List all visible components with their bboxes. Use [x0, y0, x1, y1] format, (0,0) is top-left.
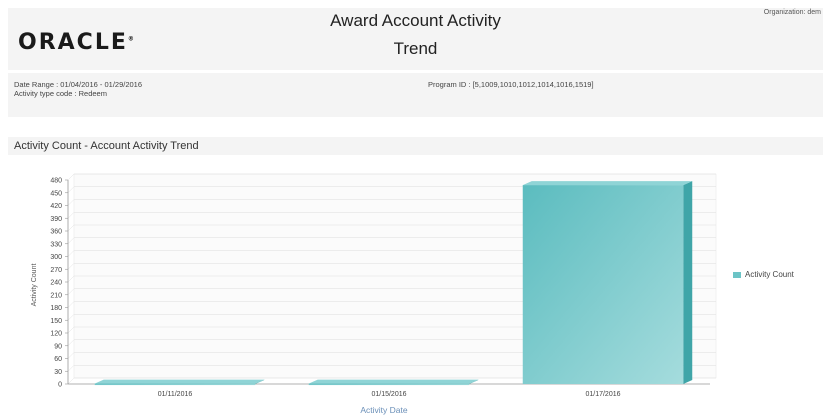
program-id-label: Program ID : [5,1009,1010,1012,1014,1016…: [428, 80, 594, 89]
y-tick-label: 150: [50, 318, 62, 325]
grid-depth-line: [67, 263, 75, 270]
grid-depth-line: [67, 199, 75, 206]
bar: [522, 185, 684, 384]
x-axis-ticks: 01/11/2016 01/15/2016 01/17/2016: [158, 391, 621, 398]
grid-depth-line: [67, 275, 75, 283]
y-tick-label: 390: [50, 216, 62, 223]
y-tick-label: 30: [54, 369, 62, 376]
report-header: ORACLE® Award Account Activity Trend Org…: [8, 8, 823, 70]
bar: [94, 383, 256, 386]
section-header: Activity Count - Account Activity Trend: [8, 137, 823, 155]
y-tick-label: 360: [50, 229, 62, 236]
y-tick-label: 60: [54, 356, 62, 363]
bar-top: [94, 379, 265, 384]
bar-side: [683, 181, 693, 384]
x-tick-label: 01/17/2016: [585, 391, 620, 398]
grid-depth-line: [67, 173, 75, 181]
y-axis-ticks: 0 30 60 90 120 150 180 210 240 270 300 330 360 390 420…: [50, 178, 68, 389]
report-title-line2: Trend: [393, 39, 438, 58]
date-range-label: Date Range : 01/04/2016 - 01/29/2016: [14, 80, 143, 89]
chart-legend: Activity Count: [733, 270, 794, 279]
grid-depth-line: [67, 212, 75, 219]
grid-depth-line: [67, 237, 75, 244]
y-tick-label: 330: [50, 241, 62, 248]
x-tick-label: 01/15/2016: [371, 391, 406, 398]
y-tick-label: 120: [50, 331, 62, 338]
x-axis-label: Activity Date: [360, 405, 408, 415]
bar: [308, 383, 470, 386]
grid-depth-line: [67, 326, 75, 334]
y-tick-label: 450: [50, 190, 62, 197]
grid-depth-line: [67, 365, 75, 372]
y-tick-label: 270: [50, 267, 62, 274]
legend-label: Activity Count: [745, 270, 794, 279]
activity-count-chart: 0 30 60 90 120 150 180 210 240 270 300 330 360 390 420…: [31, 173, 717, 415]
grid-depth-line: [67, 314, 75, 321]
grid-depth-line: [67, 186, 75, 193]
report-title-line1: Award Account Activity: [330, 11, 501, 30]
y-axis-label: Activity Count: [31, 264, 38, 307]
grid-depth-line: [67, 339, 75, 346]
y-tick-label: 210: [50, 292, 62, 299]
grid-depth-line: [67, 250, 75, 257]
y-tick-label: 300: [50, 254, 62, 261]
grid-depth-line: [67, 224, 75, 232]
y-tick-label: 180: [50, 305, 62, 312]
bar-top: [522, 181, 693, 186]
legend-swatch: [733, 271, 741, 278]
section-title: Activity Count - Account Activity Trend: [14, 140, 199, 152]
x-tick-label: 01/11/2016: [158, 391, 193, 398]
report-parameters: Date Range : 01/04/2016 - 01/29/2016 Act…: [8, 73, 823, 117]
y-tick-label: 90: [54, 343, 62, 350]
organization-label: Organization: dem: [763, 9, 821, 16]
activity-type-label: Activity type code : Redeem: [14, 89, 107, 98]
y-tick-label: 420: [50, 203, 62, 210]
bar-top: [308, 379, 479, 384]
y-tick-label: 0: [58, 382, 62, 389]
grid-depth-line: [67, 301, 75, 308]
grid-depth-line: [67, 352, 75, 359]
y-tick-label: 240: [50, 280, 62, 287]
grid-depth-line: [67, 288, 75, 295]
y-tick-label: 480: [50, 178, 62, 185]
grid-depth-line: [67, 377, 75, 385]
